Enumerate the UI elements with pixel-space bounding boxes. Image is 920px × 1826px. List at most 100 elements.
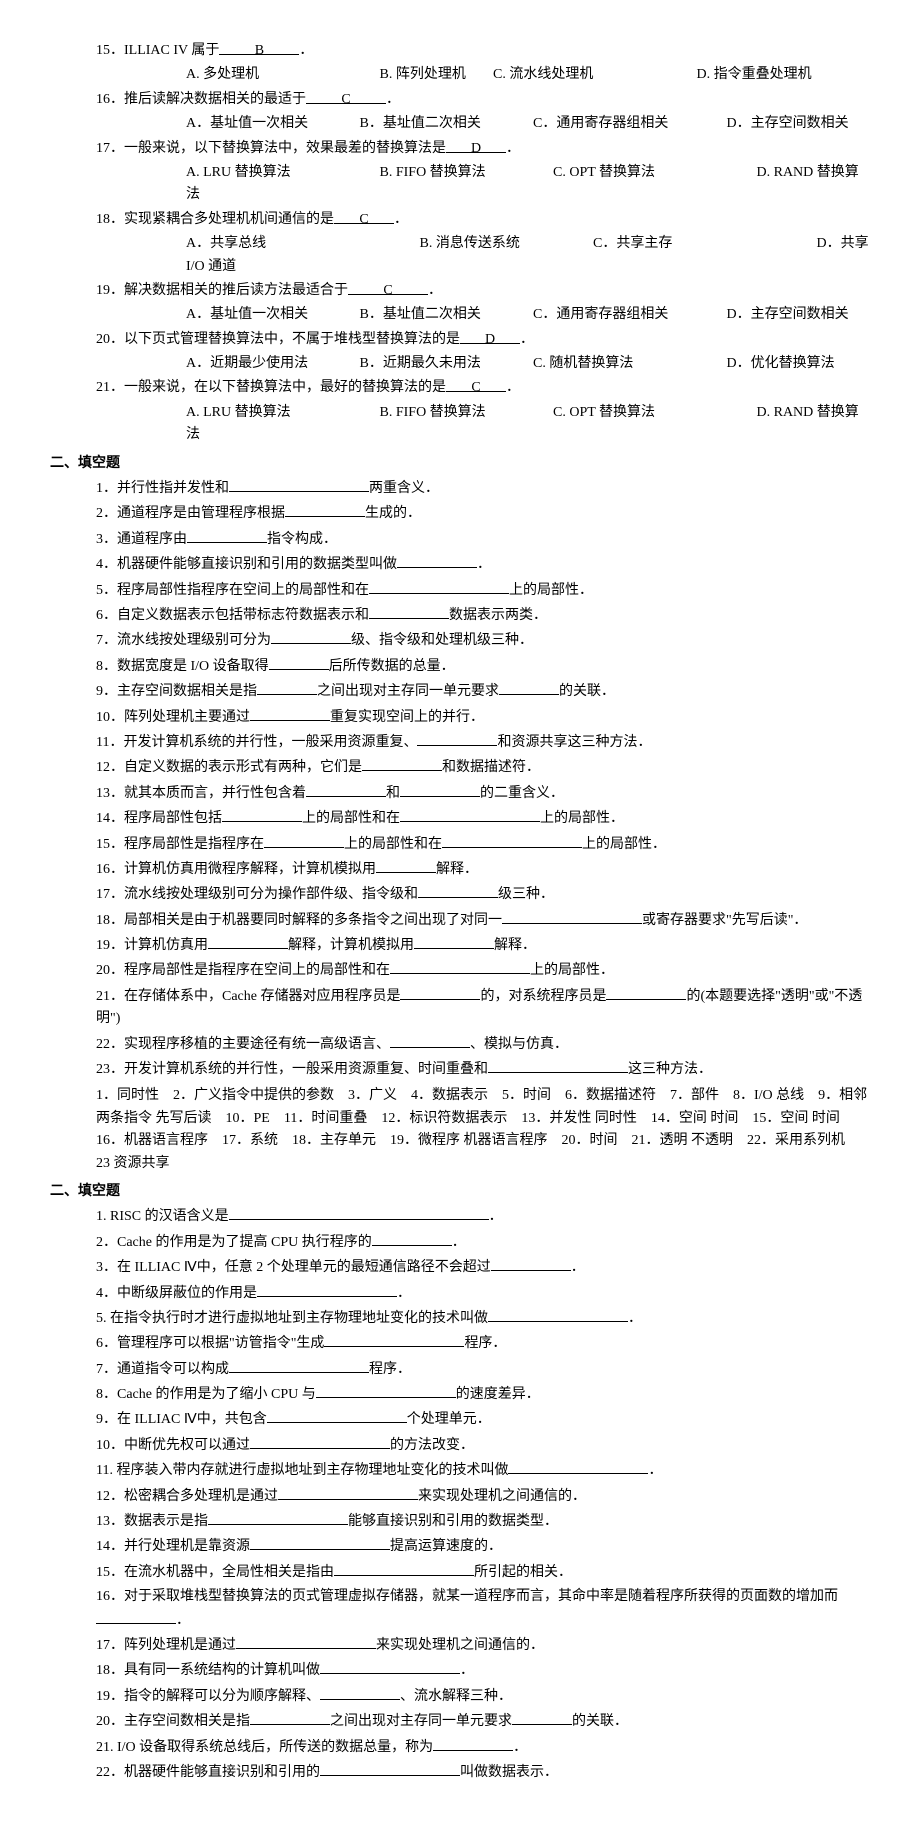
fill1-q19: 19．计算机仿真用解释，计算机模拟用解释． <box>96 934 870 957</box>
fill2-q19: 19．指令的解释可以分为顺序解释、、流水解释三种． <box>96 1685 870 1708</box>
fill1-q8: 8．数据宽度是 I/O 设备取得后所传数据的总量． <box>96 655 870 678</box>
opt-b: B. 消息传送系统 <box>420 233 590 255</box>
fill1-q7: 7．流水线按处理级别可分为级、指令级和处理机级三种． <box>96 629 870 652</box>
opt-d: D．主存空间数相关 <box>727 116 849 131</box>
opt-c: C. 随机替换算法 <box>533 353 723 375</box>
opt-c: C．通用寄存器组相关 <box>533 113 723 135</box>
opt-a: A. LRU 替换算法 <box>186 162 376 184</box>
opt-a: A．基址值一次相关 <box>186 304 356 326</box>
mc-q19: 19．解决数据相关的推后读方法最适合于C． <box>96 280 870 302</box>
fill1-q21: 21．在存储体系中，Cache 存储器对应用程序员是的，对系统程序员是的(本题要… <box>96 985 870 1031</box>
mc-q19-opts: A．基址值一次相关 B．基址值二次相关 C．通用寄存器组相关 D．主存空间数相关 <box>96 304 870 326</box>
fill2-q9: 9．在 ILLIAC Ⅳ中，共包含个处理单元． <box>96 1408 870 1431</box>
opt-c: C．共享主存 <box>593 233 813 255</box>
fill1-q14: 14．程序局部性包括上的局部性和在上的局部性． <box>96 807 870 830</box>
opt-a: A．基址值一次相关 <box>186 113 356 135</box>
q-ans: B <box>219 40 299 62</box>
q-tail: ． <box>520 332 534 347</box>
fill1-q10: 10．阵列处理机主要通过重复实现空间上的并行． <box>96 706 870 729</box>
fill2-q16: 16．对于采取堆栈型替换算法的页式管理虚拟存储器，就某一道程序而言，其命中率是随… <box>96 1586 870 1632</box>
mc-q21-opts: A. LRU 替换算法 B. FIFO 替换算法 C. OPT 替换算法 D. … <box>96 402 870 447</box>
fill1-q18: 18．局部相关是由于机器要同时解释的多条指令之间出现了对同一或寄存器要求"先写后… <box>96 909 870 932</box>
q-ans: D <box>446 138 506 160</box>
q-tail: ． <box>506 141 520 156</box>
fill2-q11: 11. 程序装入带内存就进行虚拟地址到主存物理地址变化的技术叫做． <box>96 1459 870 1482</box>
opt-a: A．共享总线 <box>186 233 416 255</box>
mc-q15: 15．ILLIAC IV 属于B． <box>96 40 870 62</box>
q-stem: 15．ILLIAC IV 属于 <box>96 43 219 58</box>
mc-q15-opts: A. 多处理机 B. 阵列处理机 C. 流水线处理机 D. 指令重叠处理机 <box>96 64 870 86</box>
mc-q20-opts: A．近期最少使用法 B．近期最久未用法 C. 随机替换算法 D．优化替换算法 <box>96 353 870 375</box>
fill1-q17: 17．流水线按处理级别可分为操作部件级、指令级和级三种． <box>96 883 870 906</box>
opt-a: A. LRU 替换算法 <box>186 402 376 424</box>
q-ans: D <box>460 329 520 351</box>
fill1-q4: 4．机器硬件能够直接识别和引用的数据类型叫做． <box>96 553 870 576</box>
fill1-q3: 3．通道程序由指令构成． <box>96 528 870 551</box>
fill2-q15: 15．在流水机器中，全局性相关是指由所引起的相关． <box>96 1561 870 1584</box>
mc-q17-opts: A. LRU 替换算法 B. FIFO 替换算法 C. OPT 替换算法 D. … <box>96 162 870 207</box>
opt-c: C. 流水线处理机 <box>493 64 693 86</box>
opt-c: C. OPT 替换算法 <box>553 402 753 424</box>
fill1-q6: 6．自定义数据表示包括带标志符数据表示和数据表示两类． <box>96 604 870 627</box>
fill1-q20: 20．程序局部性是指程序在空间上的局部性和在上的局部性． <box>96 959 870 982</box>
fill1-q2: 2．通道程序是由管理程序根据生成的． <box>96 502 870 525</box>
opt-c: C．通用寄存器组相关 <box>533 304 723 326</box>
q-stem: 19．解决数据相关的推后读方法最适合于 <box>96 283 348 298</box>
fill1-q1: 1．并行性指并发性和两重含义． <box>96 477 870 500</box>
opt-b: B. FIFO 替换算法 <box>380 402 550 424</box>
mc-q21: 21．一般来说，在以下替换算法中，最好的替换算法的是C． <box>96 377 870 399</box>
fill2-q14: 14．并行处理机是靠资源提高运算速度的． <box>96 1535 870 1558</box>
q-tail: ． <box>386 92 400 107</box>
q-tail: ． <box>299 43 313 58</box>
opt-b: B．近期最久未用法 <box>360 353 530 375</box>
q-ans: C <box>306 89 386 111</box>
mc-q18-opts: A．共享总线 B. 消息传送系统 C．共享主存 D．共享 I/O 通道 <box>96 233 870 278</box>
mc-q17: 17．一般来说，以下替换算法中，效果最差的替换算法是D． <box>96 138 870 160</box>
q-stem: 18．实现紧耦合多处理机机间通信的是 <box>96 212 334 227</box>
fill2-q12: 12．松密耦合多处理机是通过来实现处理机之间通信的． <box>96 1485 870 1508</box>
q-tail: ． <box>428 283 442 298</box>
fill1-q12: 12．自定义数据的表示形式有两种，它们是和数据描述符． <box>96 756 870 779</box>
opt-a: A．近期最少使用法 <box>186 353 356 375</box>
fill1-q13: 13．就其本质而言，并行性包含着和的二重含义． <box>96 782 870 805</box>
fill2-q4: 4．中断级屏蔽位的作用是． <box>96 1282 870 1305</box>
fill2-q18: 18．具有同一系统结构的计算机叫做． <box>96 1659 870 1682</box>
fill2-q6: 6．管理程序可以根据"访管指令"生成程序． <box>96 1332 870 1355</box>
section-fill2-title: 二、填空题 <box>50 1181 870 1203</box>
q-tail: ． <box>394 212 408 227</box>
opt-b: B. 阵列处理机 <box>380 64 490 86</box>
fill2-q3: 3．在 ILLIAC Ⅳ中，任意 2 个处理单元的最短通信路径不会超过． <box>96 1256 870 1279</box>
mc-q18: 18．实现紧耦合多处理机机间通信的是C． <box>96 209 870 231</box>
opt-d: D. 指令重叠处理机 <box>697 67 812 82</box>
fill1-q5: 5．程序局部性指程序在空间上的局部性和在上的局部性． <box>96 579 870 602</box>
fill2-q17: 17．阵列处理机是通过来实现处理机之间通信的． <box>96 1634 870 1657</box>
opt-b: B．基址值二次相关 <box>360 113 530 135</box>
fill1-q16: 16．计算机仿真用微程序解释，计算机模拟用解释． <box>96 858 870 881</box>
q-ans: C <box>446 377 506 399</box>
opt-d: D．优化替换算法 <box>727 356 835 371</box>
opt-a: A. 多处理机 <box>186 64 376 86</box>
q-stem: 17．一般来说，以下替换算法中，效果最差的替换算法是 <box>96 141 446 156</box>
section-fill1-title: 二、填空题 <box>50 453 870 475</box>
fill1-q15: 15．程序局部性是指程序在上的局部性和在上的局部性． <box>96 833 870 856</box>
fill2-q21: 21. I/O 设备取得系统总线后，所传送的数据总量，称为． <box>96 1736 870 1759</box>
fill2-q20: 20．主存空间数相关是指之间出现对主存同一单元要求的关联． <box>96 1710 870 1733</box>
fill1-q23: 23．开发计算机系统的并行性，一般采用资源重复、时间重叠和这三种方法． <box>96 1058 870 1081</box>
fill1-q9: 9．主存空间数据相关是指之间出现对主存同一单元要求的关联． <box>96 680 870 703</box>
q-ans: C <box>348 280 428 302</box>
opt-b: B．基址值二次相关 <box>360 304 530 326</box>
opt-b: B. FIFO 替换算法 <box>380 162 550 184</box>
fill2-q1: 1. RISC 的汉语含义是． <box>96 1205 870 1228</box>
q-ans: C <box>334 209 394 231</box>
fill1-q11: 11．开发计算机系统的并行性，一般采用资源重复、和资源共享这三种方法． <box>96 731 870 754</box>
fill2-q10: 10．中断优先权可以通过的方法改变． <box>96 1434 870 1457</box>
mc-q16: 16．推后读解决数据相关的最适于C． <box>96 89 870 111</box>
opt-d: D．主存空间数相关 <box>727 307 849 322</box>
opt-c: C. OPT 替换算法 <box>553 162 753 184</box>
fill1-answers: 1．同时性 2．广义指令中提供的参数 3．广义 4．数据表示 5．时间 6．数据… <box>96 1085 870 1175</box>
mc-q16-opts: A．基址值一次相关 B．基址值二次相关 C．通用寄存器组相关 D．主存空间数相关 <box>96 113 870 135</box>
fill1-q22: 22．实现程序移植的主要途径有统一高级语言、、模拟与仿真． <box>96 1033 870 1056</box>
fill2-q2: 2．Cache 的作用是为了提高 CPU 执行程序的． <box>96 1231 870 1254</box>
fill2-q22: 22．机器硬件能够直接识别和引用的叫做数据表示． <box>96 1761 870 1784</box>
fill2-q5: 5. 在指令执行时才进行虚拟地址到主存物理地址变化的技术叫做． <box>96 1307 870 1330</box>
